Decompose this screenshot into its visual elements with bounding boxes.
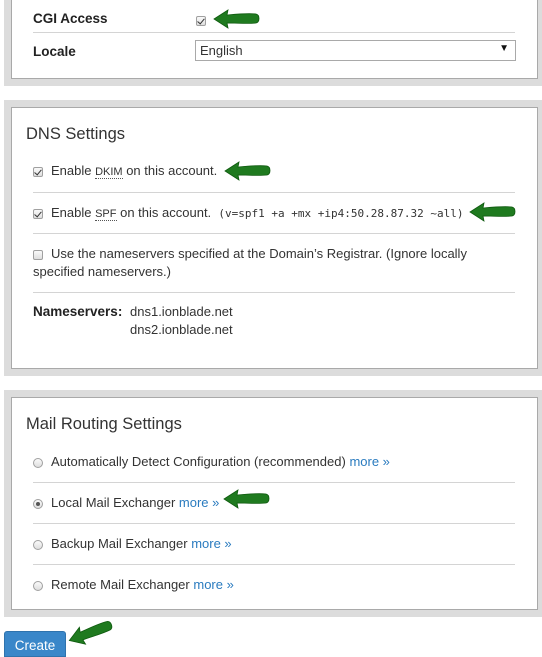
- routing-option-auto[interactable]: Automatically Detect Configuration (reco…: [33, 454, 527, 469]
- radio-backup[interactable]: [33, 539, 43, 550]
- routing-option-local[interactable]: Local Mail Exchanger more »: [33, 495, 527, 510]
- option-label: Backup Mail Exchanger: [51, 536, 188, 551]
- spf-suffix: on this account.: [116, 205, 212, 220]
- option-label: Remote Mail Exchanger: [51, 577, 190, 592]
- routing-option-backup[interactable]: Backup Mail Exchanger more »: [33, 536, 527, 551]
- registrar-ns-row: Use the nameservers specified at the Dom…: [33, 245, 493, 281]
- option-label: Automatically Detect Configuration (reco…: [51, 454, 346, 469]
- dkim-abbr: DKIM: [95, 166, 123, 179]
- more-link[interactable]: more »: [193, 577, 233, 592]
- spf-checkbox[interactable]: [33, 208, 43, 219]
- divider: [33, 32, 515, 33]
- divider: [33, 564, 515, 565]
- more-link[interactable]: more »: [179, 495, 219, 510]
- dkim-suffix: on this account.: [122, 163, 218, 178]
- spf-record: (v=spf1 +a +mx +ip4:50.28.87.32 ~all): [218, 207, 464, 220]
- locale-select[interactable]: English ▼: [195, 40, 516, 61]
- mail-routing-title: Mail Routing Settings: [26, 415, 182, 433]
- annotation-arrow-icon: [223, 160, 271, 182]
- account-settings-box: CGI Access Locale English ▼: [11, 0, 538, 79]
- mail-routing-panel: Mail Routing Settings Automatically Dete…: [4, 390, 542, 617]
- option-label: Local Mail Exchanger: [51, 495, 176, 510]
- chevron-down-icon: ▼: [499, 43, 509, 54]
- dkim-row: Enable DKIM on this account.: [33, 163, 527, 179]
- cgi-access-label: CGI Access: [33, 11, 108, 26]
- spf-abbr: SPF: [95, 208, 117, 221]
- radio-auto[interactable]: [33, 457, 43, 468]
- registrar-ns-checkbox[interactable]: [33, 249, 43, 260]
- create-button[interactable]: Create: [4, 631, 66, 657]
- annotation-arrow-icon: [222, 488, 270, 510]
- cgi-access-checkbox[interactable]: [196, 16, 206, 26]
- divider: [33, 482, 515, 483]
- nameserver-1: dns1.ionblade.net: [130, 304, 233, 319]
- account-settings-panel: CGI Access Locale English ▼: [4, 0, 542, 86]
- more-link[interactable]: more »: [349, 454, 389, 469]
- divider: [33, 523, 515, 524]
- dkim-checkbox[interactable]: [33, 166, 43, 177]
- annotation-arrow-icon: [212, 8, 260, 30]
- routing-option-remote[interactable]: Remote Mail Exchanger more »: [33, 577, 527, 592]
- radio-local[interactable]: [33, 498, 43, 509]
- dkim-prefix: Enable: [51, 163, 96, 178]
- spf-row: Enable SPF on this account. (v=spf1 +a +…: [33, 205, 527, 221]
- dns-settings-panel: DNS Settings Enable DKIM on this account…: [4, 100, 542, 376]
- registrar-ns-label: Use the nameservers specified at the Dom…: [33, 246, 467, 279]
- dns-settings-box: DNS Settings Enable DKIM on this account…: [11, 107, 538, 369]
- divider: [33, 192, 515, 193]
- annotation-arrow-icon: [64, 614, 117, 651]
- divider: [33, 233, 515, 234]
- locale-selected-value: English: [200, 43, 243, 58]
- spf-prefix: Enable: [51, 205, 96, 220]
- radio-remote[interactable]: [33, 580, 43, 591]
- dns-settings-title: DNS Settings: [26, 125, 126, 143]
- more-link[interactable]: more »: [191, 536, 231, 551]
- nameserver-2: dns2.ionblade.net: [130, 322, 233, 337]
- annotation-arrow-icon: [468, 201, 516, 223]
- divider: [33, 292, 515, 293]
- mail-routing-box: Mail Routing Settings Automatically Dete…: [11, 397, 538, 610]
